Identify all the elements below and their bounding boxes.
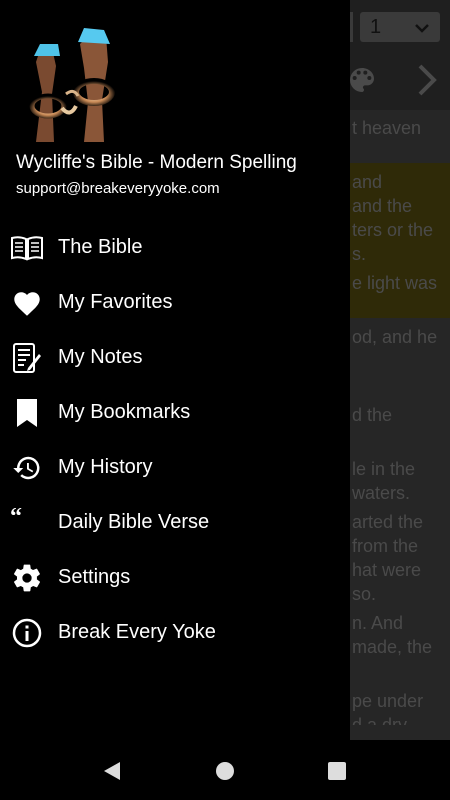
menu-item-settings[interactable]: Settings <box>0 553 350 603</box>
info-icon <box>10 617 44 649</box>
menu-item-my-notes[interactable]: My Notes <box>0 333 350 383</box>
verse-text: d a dry <box>352 715 408 725</box>
system-navigation-bar <box>0 740 450 800</box>
verse-text: ters or the <box>352 220 434 240</box>
verse-text: n. And <box>352 613 404 633</box>
verse-text: and <box>352 172 383 192</box>
menu-item-label: Settings <box>58 566 131 588</box>
support-email[interactable]: support@breakeveryyoke.com <box>16 180 220 197</box>
menu-item-the-bible[interactable]: The Bible <box>0 223 350 273</box>
palette-icon[interactable] <box>346 64 378 96</box>
verse-text: le in the <box>352 459 416 479</box>
menu-item-daily-bible-verse[interactable]: “ „ Daily Bible Verse <box>0 498 350 548</box>
menu-item-label: The Bible <box>58 236 143 258</box>
menu-item-my-history[interactable]: My History <box>0 443 350 493</box>
app-title: Wycliffe's Bible - Modern Spelling <box>16 152 297 173</box>
verse-text: and the <box>352 196 413 216</box>
chevron-down-icon <box>414 16 430 39</box>
chevron-right-icon[interactable] <box>412 62 442 98</box>
history-icon <box>10 452 44 484</box>
chapter-value: 1 <box>370 15 382 38</box>
verse-text: so. <box>352 584 377 604</box>
verse-text: e light was <box>352 273 438 293</box>
recents-icon[interactable] <box>324 758 350 784</box>
toolbar-divider <box>350 12 353 42</box>
book-icon <box>10 232 44 264</box>
menu-item-label: My Bookmarks <box>58 401 191 423</box>
svg-text:„: „ <box>24 522 36 538</box>
verse-text: s. <box>352 244 367 264</box>
verse-text: pe under <box>352 691 424 711</box>
chapter-select[interactable]: 1 <box>360 12 440 42</box>
menu-item-label: Break Every Yoke <box>58 621 216 643</box>
svg-text:“: “ <box>10 508 22 530</box>
menu-item-my-favorites[interactable]: My Favorites <box>0 278 350 328</box>
verse-text: od, and he <box>352 327 438 347</box>
heart-icon <box>10 287 44 319</box>
verse-text: waters. <box>352 483 411 503</box>
back-icon[interactable] <box>99 758 125 784</box>
menu-item-my-bookmarks[interactable]: My Bookmarks <box>0 388 350 438</box>
gear-icon <box>10 562 44 594</box>
quote-icon: “ „ <box>10 507 44 539</box>
verse-text: from the <box>352 536 419 556</box>
menu-item-label: My Notes <box>58 346 143 368</box>
navigation-drawer: Wycliffe's Bible - Modern Spelling suppo… <box>0 0 350 740</box>
notes-icon <box>10 342 44 374</box>
home-icon[interactable] <box>212 758 238 784</box>
verse-text: made, the <box>352 637 433 657</box>
app-logo-broken-chains <box>18 22 130 142</box>
menu-item-break-every-yoke[interactable]: Break Every Yoke <box>0 608 350 658</box>
verse-text: d the <box>352 405 393 425</box>
verse-text: hat were <box>352 560 422 580</box>
verse-text: arted the <box>352 512 424 532</box>
verse-text: t heaven <box>352 118 422 138</box>
menu-item-label: Daily Bible Verse <box>58 511 210 533</box>
menu-item-label: My History <box>58 456 153 478</box>
bookmark-icon <box>10 397 44 429</box>
menu-item-label: My Favorites <box>58 291 173 313</box>
